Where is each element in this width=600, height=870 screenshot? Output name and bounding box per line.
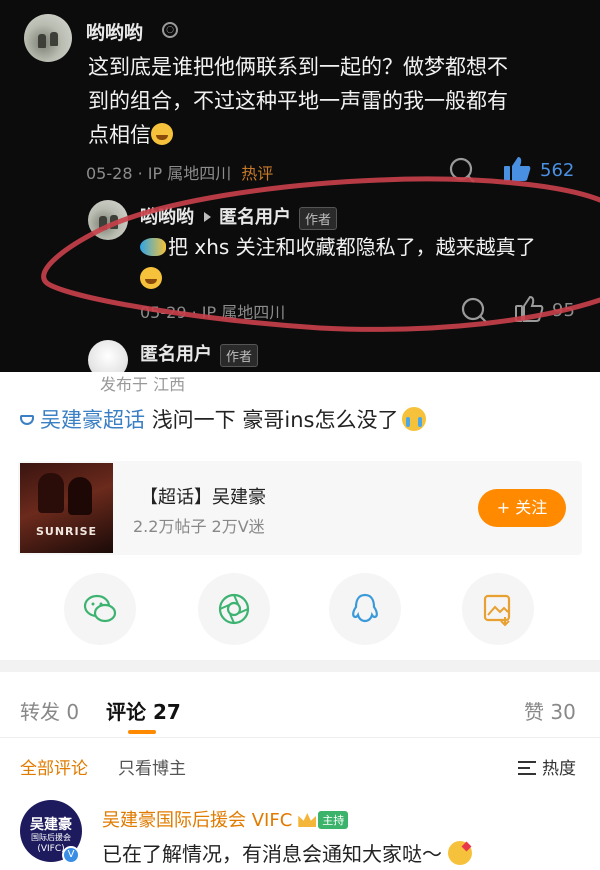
supertopic-cover-image: SUNRISE <box>20 463 113 553</box>
cover-title: SUNRISE <box>35 525 98 538</box>
wechat-icon <box>83 594 117 623</box>
qq-icon <box>352 593 378 623</box>
annotation-circle-stroke <box>41 176 600 332</box>
kiss-emoji-icon <box>448 841 472 865</box>
section-divider <box>0 660 600 672</box>
follow-button[interactable]: + 关注 <box>478 489 566 527</box>
host-badge: 主持 <box>318 811 349 829</box>
supertopic-gem-icon <box>20 415 34 425</box>
post-location: 发布于 江西 <box>100 375 186 394</box>
commenter-header: 吴建豪国际后援会 VIFC 主持 <box>102 806 349 832</box>
comment-text: 已在了解情况，有消息会通知大家哒～ <box>102 842 442 866</box>
filter-op-only[interactable]: 只看博主 <box>118 754 186 779</box>
supertopic-link[interactable]: 吴建豪超话 <box>40 408 145 432</box>
dark-screenshot-region: 哟哟哟 ○ 这到底是谁把他俩联系到一起的？做梦都想不 到的组合，不过这种平地一声… <box>0 0 600 372</box>
supertopic-stats: 2.2万帖子 2万V迷 <box>133 517 265 536</box>
supertopic-title: 【超话】吴建豪 <box>140 487 266 508</box>
tab-likes[interactable]: 赞 30 <box>524 696 576 725</box>
post-body: 吴建豪超话 浅问一下 豪哥ins怎么没了 <box>20 404 427 434</box>
crown-icon <box>298 813 317 827</box>
tab-repost[interactable]: 转发 0 <box>20 696 79 725</box>
share-qq-button[interactable] <box>329 573 401 645</box>
avatar-text-line1: 吴建豪 <box>30 817 72 833</box>
verified-v-icon: V <box>62 846 80 864</box>
post-text: 浅问一下 豪哥ins怎么没了 <box>151 408 399 432</box>
sort-button[interactable]: 热度 <box>518 754 576 779</box>
sort-label: 热度 <box>542 759 576 779</box>
save-image-icon <box>483 594 511 627</box>
tab-comments[interactable]: 评论 27 <box>106 696 181 725</box>
crying-emoji-icon <box>402 407 427 431</box>
interaction-tabs: 转发 0 评论 27 赞 30 <box>0 672 600 738</box>
moments-icon <box>218 593 250 625</box>
filter-all-comments[interactable]: 全部评论 <box>20 754 88 779</box>
commenter-username[interactable]: 吴建豪国际后援会 VIFC <box>102 810 292 831</box>
sort-icon <box>518 761 536 775</box>
supertopic-card[interactable]: SUNRISE 【超话】吴建豪 2.2万帖子 2万V迷 + 关注 <box>18 461 582 555</box>
share-wechat-button[interactable] <box>64 573 136 645</box>
active-tab-indicator <box>128 730 156 734</box>
share-save-image-button[interactable] <box>462 573 534 645</box>
avatar-text-line2: 国际后援会 <box>31 833 71 842</box>
comment-body: 已在了解情况，有消息会通知大家哒～ <box>102 838 472 867</box>
share-moments-button[interactable] <box>198 573 270 645</box>
